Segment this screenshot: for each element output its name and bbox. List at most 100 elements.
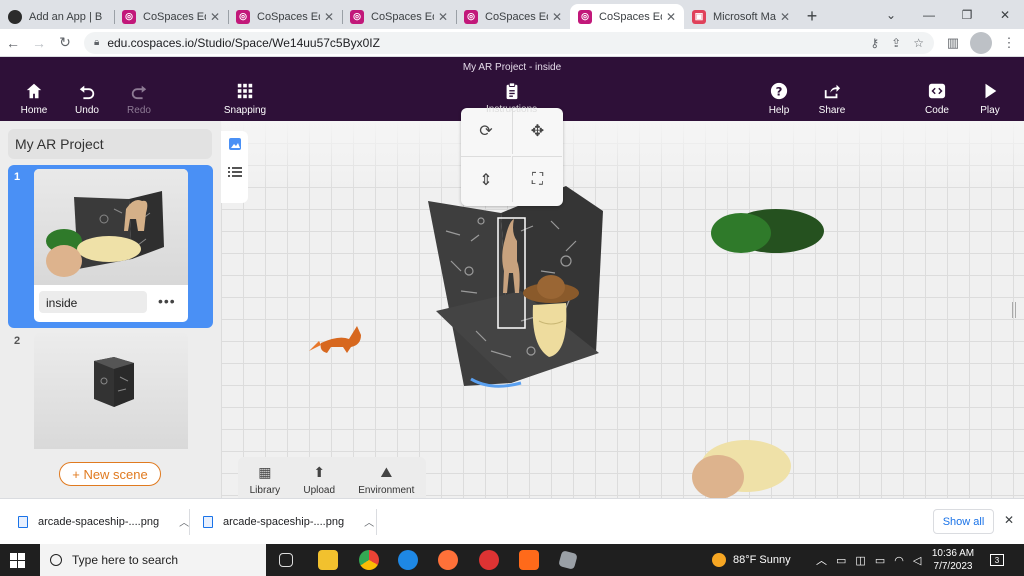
transform-gizmo: ⟳ ✥ ⇕ ⛶: [461, 108, 563, 206]
download-item[interactable]: arcade-spaceship-....png ︿: [18, 514, 189, 529]
clipboard-icon: [502, 81, 522, 101]
minimize-icon[interactable]: —: [910, 0, 948, 29]
task-view-icon[interactable]: [279, 553, 293, 567]
green-object[interactable]: [711, 209, 824, 253]
close-icon[interactable]: ✕: [552, 10, 562, 24]
firefox-icon[interactable]: [438, 550, 458, 570]
library-button[interactable]: ▦ Library: [250, 464, 281, 496]
redo-button[interactable]: Redo: [113, 81, 165, 116]
instructions-button[interactable]: [486, 81, 538, 105]
wifi-icon[interactable]: ◠: [894, 554, 904, 567]
meet-now-icon[interactable]: ▭: [836, 554, 846, 567]
bookmark-star-icon[interactable]: ☆: [913, 36, 924, 50]
reload-icon[interactable]: ↻: [52, 31, 78, 55]
browser-tab[interactable]: ◎CoSpaces Edu✕: [114, 4, 228, 29]
browser-tab[interactable]: ▣ Microsoft Mak ✕: [684, 4, 798, 29]
close-icon[interactable]: ✕: [438, 10, 448, 24]
back-icon[interactable]: ←: [0, 31, 26, 55]
snapping-button[interactable]: Snapping: [219, 81, 271, 116]
panel-side-tabs: [221, 131, 248, 203]
chevron-up-icon[interactable]: ︿: [816, 552, 827, 568]
show-all-button[interactable]: Show all: [933, 509, 994, 534]
battery-icon[interactable]: ▭: [875, 554, 885, 567]
new-tab-button[interactable]: +: [798, 4, 826, 29]
url-text: edu.cospaces.io/Studio/Space/We14uu57c5B…: [107, 35, 380, 50]
scene-canvas[interactable]: [221, 121, 1024, 498]
close-icon[interactable]: ✕: [324, 10, 334, 24]
chevron-up-icon[interactable]: ︿: [179, 514, 189, 529]
profile-avatar[interactable]: [970, 31, 992, 54]
weather-widget[interactable]: 88°F Sunny: [712, 544, 791, 576]
upload-button[interactable]: ⬆ Upload: [303, 464, 335, 496]
close-window-icon[interactable]: ✕: [986, 0, 1024, 29]
windows-taskbar: Type here to search 88°F Sunny ︿ ▭ ◫ ▭ ◠…: [0, 544, 1024, 576]
windows-start-icon[interactable]: [10, 553, 25, 568]
close-icon[interactable]: ✕: [780, 10, 790, 24]
tab-search-icon[interactable]: ⌄: [872, 0, 910, 29]
scene-number: 1: [14, 171, 21, 183]
browser-tab-strip: Add an App | B ◎CoSpaces Edu✕ ◎CoSpaces …: [0, 0, 1024, 29]
close-icon[interactable]: ✕: [666, 10, 676, 24]
canvas-scroll-handle[interactable]: [1012, 302, 1016, 318]
browser-tab[interactable]: ◎CoSpaces Edu✕: [228, 4, 342, 29]
browser-toolbar: ← → ↻ 🔒︎ edu.cospaces.io/Studio/Space/We…: [0, 29, 1024, 57]
scene-card[interactable]: inside •••: [34, 169, 188, 322]
key-icon[interactable]: ⚷: [870, 36, 879, 50]
redo-icon: [129, 81, 149, 101]
browser-tab[interactable]: Add an App | B: [0, 4, 114, 29]
share-button[interactable]: Share: [806, 81, 858, 116]
taskbar-clock[interactable]: 10:36 AM 7/7/2023: [925, 547, 981, 573]
browser-tab-active[interactable]: ◎CoSpaces Edu✕: [570, 4, 684, 29]
app-icon: [8, 9, 22, 24]
scene-name-field[interactable]: inside: [39, 291, 147, 313]
scene-thumbnail: [34, 169, 188, 285]
lift-mode-button[interactable]: ⇕: [461, 156, 511, 202]
fox-object[interactable]: [309, 326, 361, 353]
scale-mode-button[interactable]: ⛶: [512, 156, 562, 202]
scene-item[interactable]: 2: [8, 333, 213, 453]
file-icon: [203, 515, 213, 528]
scene-thumbnail[interactable]: [34, 333, 188, 449]
scene-objects: [309, 186, 824, 498]
browser-tab[interactable]: ◎CoSpaces Edu✕: [456, 4, 570, 29]
edge-icon[interactable]: [398, 550, 418, 570]
speaker-icon[interactable]: ◁: [913, 554, 921, 567]
list-view-icon[interactable]: [227, 166, 242, 181]
notification-center-icon[interactable]: 3: [990, 544, 1004, 576]
undo-button[interactable]: Undo: [61, 81, 113, 116]
menu-kebab-icon[interactable]: ⋮: [998, 32, 1020, 54]
chrome-beta-icon[interactable]: [479, 550, 499, 570]
project-title[interactable]: My AR Project: [8, 129, 212, 159]
code-button[interactable]: Code: [911, 81, 963, 116]
new-scene-button[interactable]: + New scene: [59, 462, 161, 486]
close-icon[interactable]: ✕: [1004, 513, 1014, 527]
more-options-icon[interactable]: •••: [158, 293, 176, 309]
file-explorer-icon[interactable]: [318, 550, 338, 570]
restore-icon[interactable]: ❐: [948, 0, 986, 29]
camera-icon[interactable]: ◫: [855, 554, 865, 567]
library-bar: ▦ Library ⬆ Upload ⛰ Environment: [238, 457, 426, 498]
search-icon: [50, 554, 62, 566]
home-icon: [24, 81, 44, 101]
close-icon[interactable]: ✕: [210, 10, 220, 24]
side-panel-icon[interactable]: ▥: [942, 32, 964, 54]
chevron-up-icon[interactable]: ︿: [364, 514, 374, 529]
taskbar-search-box[interactable]: Type here to search: [40, 544, 266, 576]
environment-button[interactable]: ⛰ Environment: [358, 464, 414, 496]
play-button[interactable]: Play: [964, 81, 1016, 116]
scenes-image-icon[interactable]: [228, 137, 242, 154]
brave-icon[interactable]: [519, 550, 539, 570]
share-page-icon[interactable]: ⇪: [891, 36, 901, 50]
browser-tab[interactable]: ◎CoSpaces Edu✕: [342, 4, 456, 29]
home-button[interactable]: Home: [8, 81, 60, 116]
roblox-icon[interactable]: [558, 550, 578, 570]
chrome-icon[interactable]: [359, 550, 379, 570]
address-bar[interactable]: 🔒︎ edu.cospaces.io/Studio/Space/We14uu57…: [84, 31, 934, 54]
forward-icon[interactable]: →: [26, 31, 52, 55]
download-item[interactable]: arcade-spaceship-....png ︿: [203, 514, 374, 529]
help-button[interactable]: ? Help: [753, 81, 805, 116]
baby-object[interactable]: [692, 440, 791, 498]
scene-item-selected[interactable]: 1 inside •••: [8, 165, 213, 328]
mountain-image-icon: ⛰: [380, 464, 393, 480]
system-tray: ︿ ▭ ◫ ▭ ◠ ◁: [816, 544, 921, 576]
